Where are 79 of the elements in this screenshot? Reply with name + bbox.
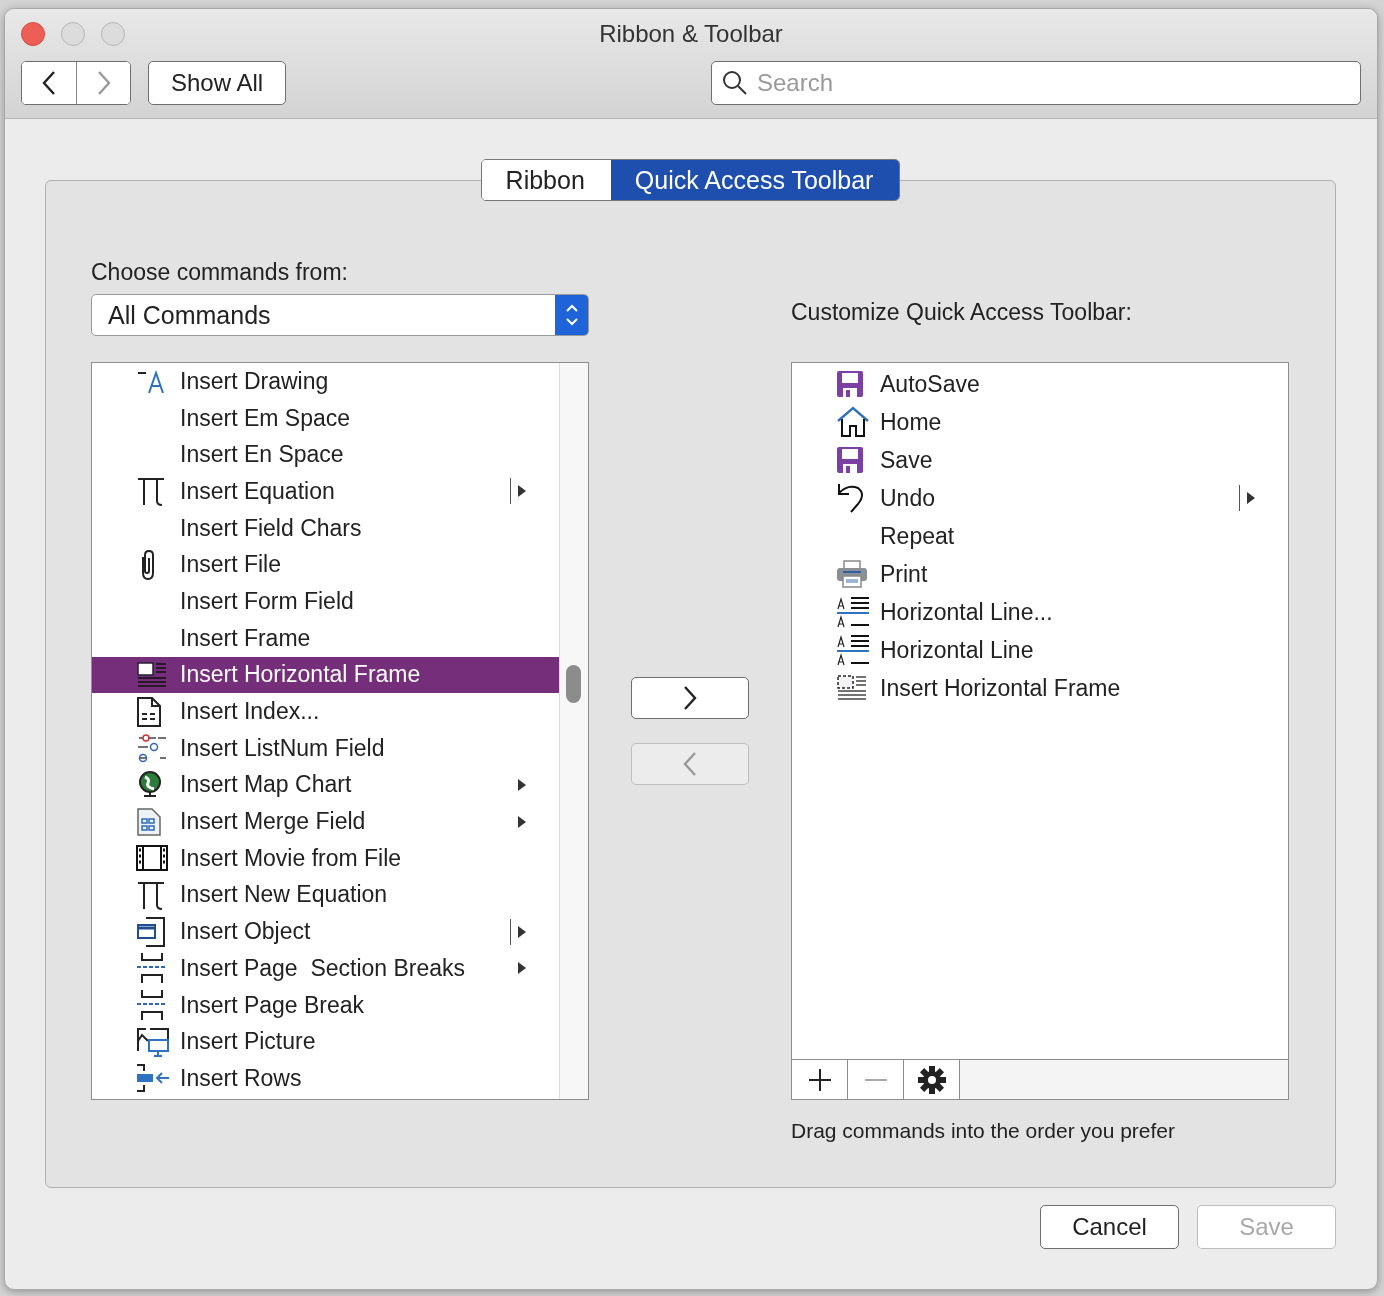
stepper-icon: [563, 302, 580, 328]
command-item[interactable]: Insert Horizontal Frame: [92, 656, 559, 694]
command-item[interactable]: Insert Object: [92, 913, 559, 950]
submenu-arrow-icon: [517, 814, 527, 829]
submenu-arrow-icon: [517, 924, 527, 939]
minus-icon: [863, 1078, 888, 1081]
command-item[interactable]: Insert Form Field: [92, 583, 559, 620]
submenu-arrow-icon: [517, 777, 527, 792]
toolbar-item[interactable]: Repeat: [792, 517, 1288, 555]
hint-text: Drag commands into the order you prefer: [791, 1119, 1177, 1143]
page-break-icon: [136, 989, 168, 1022]
film-icon: [136, 845, 168, 872]
tab[interactable]: Quick Access Toolbar: [610, 160, 900, 200]
separator-line: [1239, 485, 1240, 511]
command-item[interactable]: Insert Picture: [92, 1023, 559, 1061]
command-item[interactable]: Insert Equation: [92, 473, 559, 510]
numbered-list-icon: [136, 733, 168, 764]
settings-button[interactable]: [904, 1060, 960, 1099]
window-icon: [136, 915, 166, 948]
command-item[interactable]: Insert Field Chars: [92, 509, 559, 547]
insert-rows-icon: [136, 1063, 170, 1094]
close-button[interactable]: [21, 22, 45, 46]
command-item[interactable]: Insert File: [92, 546, 559, 584]
line-spacing-icon: [836, 596, 870, 628]
command-item[interactable]: Insert Drawing: [92, 363, 559, 400]
toolbar-item[interactable]: Horizontal Line: [792, 631, 1288, 669]
page-break-icon: [136, 952, 168, 985]
settings-icon: [917, 1065, 946, 1094]
back-chevron-icon: [682, 751, 698, 777]
separator-line: [510, 478, 511, 505]
command-item[interactable]: Insert Page Section Breaks: [92, 950, 559, 987]
search-icon: [722, 70, 748, 96]
command-item[interactable]: Insert En Space: [92, 436, 559, 474]
forward-chevron-icon: [95, 70, 112, 96]
show-all-button[interactable]: Show All: [148, 61, 287, 105]
list-label: Customize Quick Access Toolbar:: [791, 299, 1132, 325]
toolbar-item[interactable]: AutoSave: [792, 365, 1288, 403]
command-item[interactable]: Insert Map Chart: [92, 766, 559, 804]
toolbar-item[interactable]: Print: [792, 555, 1288, 593]
picture-icon: [136, 1026, 170, 1057]
submenu-arrow-icon: [517, 961, 527, 976]
command-item[interactable]: Insert Em Space: [92, 399, 559, 437]
frame-icon: [836, 674, 868, 702]
zoom-button[interactable]: [101, 22, 125, 46]
frame-icon: [136, 660, 168, 689]
table-document-icon: [136, 806, 162, 837]
scrollbar[interactable]: [559, 363, 588, 1099]
plus-icon: [807, 1067, 832, 1092]
submenu-arrow-icon: [517, 484, 527, 499]
command-item[interactable]: Insert Movie from File: [92, 839, 559, 877]
window-title: Ribbon & Toolbar: [599, 20, 783, 47]
command-item[interactable]: Insert Frame: [92, 619, 559, 657]
commands-dropdown[interactable]: All Commands: [91, 294, 589, 336]
printer-icon: [836, 560, 868, 588]
line-spacing-icon: [836, 634, 870, 666]
minimize-button[interactable]: [61, 22, 85, 46]
command-item[interactable]: Insert New Equation: [92, 876, 559, 914]
toolbar-item[interactable]: Save: [792, 441, 1288, 479]
add-button[interactable]: [792, 1060, 848, 1099]
command-item[interactable]: Insert Rows: [92, 1060, 559, 1097]
separator-line: [510, 918, 511, 945]
document-icon: [136, 695, 162, 728]
command-item[interactable]: Insert Index...: [92, 693, 559, 730]
pi-icon: [136, 476, 166, 507]
forward-chevron-icon: [682, 685, 698, 711]
pi-icon: [136, 879, 166, 910]
command-item[interactable]: Insert ListNum Field: [92, 729, 559, 767]
toolbar-item[interactable]: Undo: [792, 479, 1288, 517]
toolbar-item[interactable]: Insert Horizontal Frame: [792, 669, 1288, 707]
submenu-arrow-icon: [1246, 491, 1256, 505]
back-chevron-icon: [41, 70, 57, 96]
field-label: Choose commands from:: [91, 259, 349, 286]
toolbar-item[interactable]: Home: [792, 403, 1288, 441]
home-icon: [836, 406, 870, 438]
command-item[interactable]: Insert Merge Field: [92, 803, 559, 840]
search-field[interactable]: Search: [711, 61, 1361, 105]
cancel-button[interactable]: Cancel: [1040, 1205, 1179, 1249]
toolbar-item[interactable]: Horizontal Line...: [792, 593, 1288, 631]
command-item[interactable]: Insert Page Break: [92, 986, 559, 1024]
